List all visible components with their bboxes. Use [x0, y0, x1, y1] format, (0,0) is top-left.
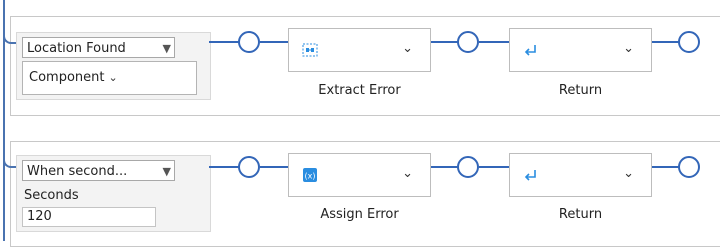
- extract-icon: [302, 43, 318, 57]
- variable-icon: (x): [303, 168, 317, 182]
- connector-node[interactable]: [238, 31, 260, 53]
- connector-line: [209, 41, 239, 43]
- connector-line: [431, 41, 458, 43]
- action-extract-error[interactable]: ⌄: [288, 28, 431, 72]
- connector-line: [209, 166, 239, 168]
- svg-text:(x): (x): [305, 172, 316, 181]
- condition-dropdown-value: Location Found: [27, 41, 126, 56]
- chevron-down-icon: ⌄: [623, 41, 634, 56]
- chevron-down-icon: ⌄: [108, 71, 118, 84]
- connector-node[interactable]: [678, 31, 700, 53]
- connector-node[interactable]: [457, 156, 479, 178]
- connector-line: [260, 166, 288, 168]
- chevron-down-icon: ⌄: [402, 166, 413, 181]
- condition-dropdown-value: When second...: [27, 164, 128, 179]
- connector-line: [260, 41, 288, 43]
- chevron-down-icon: ⌄: [402, 41, 413, 56]
- condition-panel: When second... ▼ Seconds 120: [16, 155, 211, 232]
- action-label: Assign Error: [320, 207, 399, 222]
- dropdown-triangle-icon: ▼: [162, 42, 171, 55]
- dropdown-triangle-icon: ▼: [162, 165, 171, 178]
- connector-line: [652, 166, 679, 168]
- connector-node[interactable]: [238, 156, 260, 178]
- connector-line: [479, 166, 509, 168]
- action-assign-error[interactable]: (x) ⌄: [288, 153, 431, 197]
- action-return[interactable]: ⌄: [509, 28, 652, 72]
- return-arrow-icon: [524, 170, 536, 181]
- connector-line: [431, 166, 458, 168]
- chevron-down-icon: ⌄: [623, 166, 634, 181]
- seconds-input[interactable]: 120: [22, 207, 156, 227]
- connector-node[interactable]: [457, 31, 479, 53]
- condition-dropdown[interactable]: Location Found ▼: [22, 37, 175, 58]
- rule-row-1-connector: [3, 28, 17, 44]
- return-arrow-icon: [524, 45, 536, 56]
- condition-panel: Location Found ▼ Component ⌄: [16, 32, 211, 100]
- action-label: Return: [558, 83, 603, 98]
- condition-dropdown[interactable]: When second... ▼: [22, 160, 175, 181]
- connector-line: [479, 41, 509, 43]
- seconds-label: Seconds: [24, 188, 79, 203]
- component-dropdown[interactable]: Component ⌄: [22, 61, 197, 95]
- action-label: Extract Error: [318, 83, 401, 98]
- action-label: Return: [558, 207, 603, 222]
- rule-row-2-connector: [3, 152, 17, 168]
- connector-line: [652, 41, 679, 43]
- component-dropdown-value: Component: [29, 70, 105, 85]
- connector-node[interactable]: [678, 156, 700, 178]
- action-return[interactable]: ⌄: [509, 153, 652, 197]
